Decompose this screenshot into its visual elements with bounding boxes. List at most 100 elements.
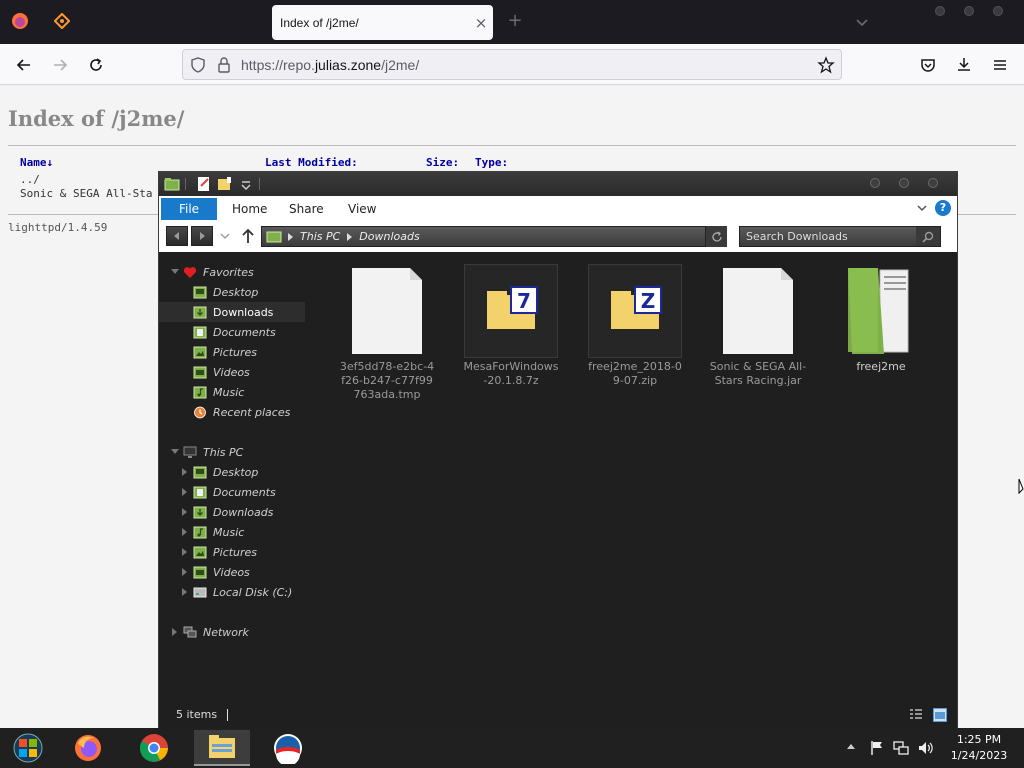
expand-arrow[interactable]: [182, 528, 187, 536]
explorer-title-bar[interactable]: [159, 172, 957, 196]
window-maximize-button[interactable]: [964, 6, 974, 16]
taskbar-app-button[interactable]: [260, 730, 316, 766]
expand-arrow[interactable]: [182, 508, 187, 516]
file-name: freej2me: [856, 360, 906, 373]
file-item-freej2me-folder[interactable]: freej2me: [832, 264, 930, 374]
file-item-tmp[interactable]: 3ef5dd78-e2bc-4f26-b247-c77f99763ada.tmp: [338, 264, 436, 402]
search-button[interactable]: [916, 227, 940, 246]
nav-pc-music[interactable]: Music: [193, 522, 323, 542]
back-button[interactable]: [166, 226, 188, 246]
file-name: freej2me_2018-09-07.zip: [588, 360, 682, 387]
nav-fav-desktop[interactable]: Desktop: [193, 282, 323, 302]
file-explorer-window[interactable]: File Home Share View ? This PC Downloads: [158, 171, 958, 729]
nav-pc-local-disk[interactable]: Local Disk (C:): [193, 582, 323, 602]
nav-fav-documents[interactable]: Documents: [193, 322, 323, 342]
ribbon-tab-file[interactable]: File: [161, 198, 217, 220]
tab-index-j2me[interactable]: Index of /j2me/ ×: [272, 5, 493, 40]
list-tabs-chevron-icon[interactable]: [852, 12, 872, 32]
column-name-link[interactable]: Name↓: [20, 156, 53, 169]
url-bar[interactable]: https://repo.julias.zone/j2me/: [182, 49, 842, 80]
nav-fav-pictures[interactable]: Pictures: [193, 342, 323, 362]
nav-favorites[interactable]: Favorites: [183, 262, 323, 282]
taskbar-firefox-button[interactable]: [60, 730, 116, 766]
start-button[interactable]: [0, 730, 56, 766]
file-name: MesaForWindows-20.1.8.7z: [463, 360, 559, 387]
reload-icon[interactable]: [84, 53, 108, 77]
nav-fav-recent-places[interactable]: Recent places: [193, 402, 323, 422]
this-pc-collapse-arrow[interactable]: [171, 449, 179, 454]
pocket-icon[interactable]: [916, 53, 940, 77]
back-arrow-icon[interactable]: [12, 53, 36, 77]
properties-icon[interactable]: [196, 176, 212, 192]
lock-icon[interactable]: [213, 56, 235, 73]
nav-pc-desktop[interactable]: Desktop: [193, 462, 323, 482]
taskbar-explorer-button[interactable]: [194, 730, 250, 766]
breadcrumb-this-pc[interactable]: This PC: [300, 230, 340, 243]
details-view-icon[interactable]: [909, 708, 923, 722]
recent-locations-chevron-icon[interactable]: [219, 232, 231, 240]
file-list-pane: 3ef5dd78-e2bc-4f26-b247-c77f99763ada.tmp…: [329, 254, 957, 694]
breadcrumb-downloads[interactable]: Downloads: [359, 230, 419, 243]
nav-item-label: Downloads: [213, 305, 274, 319]
ribbon-tab-view[interactable]: View: [348, 198, 376, 220]
file-item-sonic-jar[interactable]: Sonic & SEGA All-Stars Racing.jar: [709, 264, 807, 388]
column-type-link[interactable]: Type:: [475, 156, 508, 169]
forward-arrow-icon[interactable]: [48, 53, 72, 77]
help-icon[interactable]: ?: [935, 200, 951, 216]
volume-icon[interactable]: [917, 740, 933, 756]
show-hidden-icons-arrow[interactable]: [847, 744, 855, 749]
ribbon-tab-share[interactable]: Share: [289, 198, 324, 220]
nav-fav-videos[interactable]: Videos: [193, 362, 323, 382]
firefox-menu-icon[interactable]: [10, 11, 30, 31]
refresh-button[interactable]: [705, 226, 727, 247]
explorer-close-button[interactable]: [928, 178, 938, 188]
file-item-mesa-7z[interactable]: 7 MesaForWindows-20.1.8.7z: [462, 264, 560, 388]
expand-arrow[interactable]: [182, 548, 187, 556]
explorer-maximize-button[interactable]: [899, 178, 909, 188]
nav-fav-downloads[interactable]: Downloads: [159, 302, 305, 322]
nav-fav-music[interactable]: Music: [193, 382, 323, 402]
new-tab-button[interactable]: +: [504, 10, 526, 32]
shield-icon[interactable]: [183, 56, 213, 73]
hamburger-menu-icon[interactable]: [988, 53, 1012, 77]
nav-pc-downloads[interactable]: Downloads: [193, 502, 323, 522]
file-link-sonic[interactable]: Sonic & SEGA All-Sta: [20, 187, 152, 200]
nav-pc-videos[interactable]: Videos: [193, 562, 323, 582]
nav-pc-documents[interactable]: Documents: [193, 482, 323, 502]
extension-diamond-icon[interactable]: [52, 11, 72, 31]
explorer-minimize-button[interactable]: [870, 178, 880, 188]
customize-quick-access-chevron-icon[interactable]: [238, 176, 254, 192]
tab-close-icon[interactable]: ×: [469, 14, 493, 32]
search-input[interactable]: [746, 229, 910, 244]
window-close-button[interactable]: [993, 6, 1003, 16]
column-modified-link[interactable]: Last Modified:: [265, 156, 358, 169]
expand-arrow[interactable]: [182, 568, 187, 576]
expand-arrow[interactable]: [182, 468, 187, 476]
column-size-link[interactable]: Size:: [426, 156, 459, 169]
file-item-freej2me-zip[interactable]: Z freej2me_2018-09-07.zip: [586, 264, 684, 388]
action-center-flag-icon[interactable]: [869, 740, 885, 756]
expand-ribbon-chevron-icon[interactable]: [915, 201, 929, 215]
window-minimize-button[interactable]: [935, 6, 945, 16]
search-box[interactable]: [739, 226, 941, 247]
network-expand-arrow[interactable]: [172, 628, 177, 636]
nav-this-pc[interactable]: This PC: [183, 442, 323, 462]
forward-button[interactable]: [191, 226, 213, 246]
taskbar-chrome-button[interactable]: [126, 730, 182, 766]
up-arrow-icon[interactable]: [241, 228, 255, 244]
ribbon-tab-home[interactable]: Home: [232, 198, 267, 220]
nav-pc-pictures[interactable]: Pictures: [193, 542, 323, 562]
nav-network[interactable]: Network: [183, 622, 323, 642]
network-tray-icon[interactable]: [893, 740, 909, 756]
expand-arrow[interactable]: [182, 588, 187, 596]
favorites-collapse-arrow[interactable]: [171, 269, 179, 274]
address-bar[interactable]: This PC Downloads: [261, 226, 727, 247]
new-folder-icon[interactable]: [217, 176, 233, 192]
system-clock[interactable]: 1:25 PM 1/24/2023: [944, 732, 1014, 764]
url-text[interactable]: https://repo.julias.zone/j2me/: [241, 57, 811, 73]
bookmark-star-icon[interactable]: [811, 55, 841, 74]
large-icons-view-icon[interactable]: [933, 708, 947, 722]
parent-directory-link[interactable]: ../: [20, 173, 40, 186]
downloads-icon[interactable]: [952, 53, 976, 77]
expand-arrow[interactable]: [182, 488, 187, 496]
